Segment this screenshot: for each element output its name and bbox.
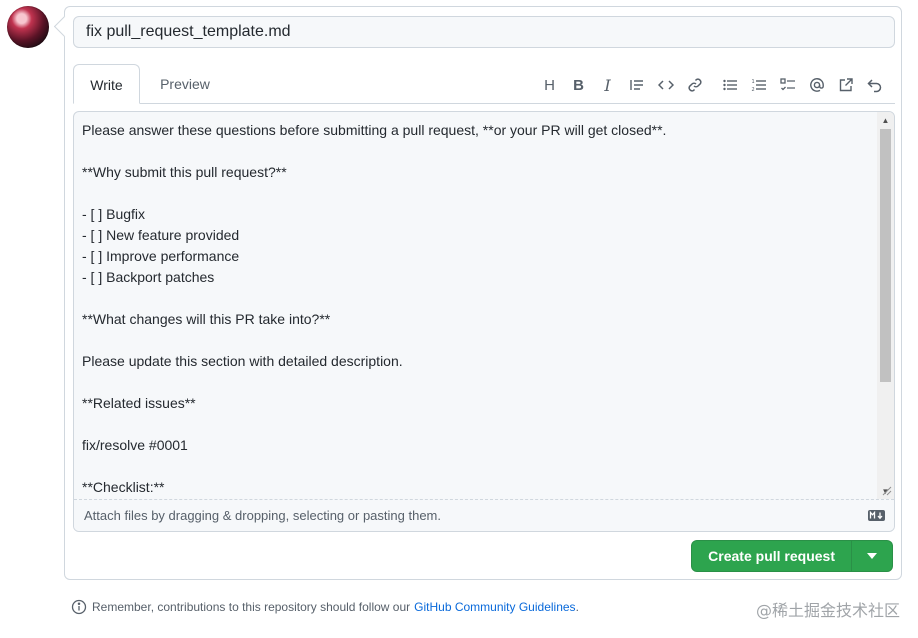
mention-icon [809,78,824,92]
ordered-list-icon: 12 [751,79,766,93]
mention-button[interactable] [802,74,831,96]
textarea-line: - [ ] New feature provided [82,227,240,243]
editor-tabs: Write Preview H B I 12 [73,64,895,104]
resize-grip-icon[interactable] [880,484,892,496]
textarea-line: **Checklist:** [82,479,165,495]
textarea-line: - [ ] Improve performance [82,248,240,264]
comment-editor: Please answer these questions before sub… [73,111,895,532]
code-icon [657,80,674,90]
svg-text:1: 1 [751,79,754,85]
textarea-line: **What changes will this PR take into?** [82,311,331,327]
title-input[interactable]: fix pull_request_template.md [73,16,895,48]
link-button[interactable] [680,74,709,96]
tab-write[interactable]: Write [73,64,140,104]
scroll-thumb[interactable] [880,129,891,382]
svg-text:2: 2 [751,87,754,93]
submit-options-dropdown[interactable] [851,541,892,571]
markdown-toolbar: H B I 12 [535,74,889,96]
textarea-line [82,141,868,162]
undo-button[interactable] [860,74,889,96]
reference-button[interactable] [831,74,860,96]
info-icon [71,599,87,615]
attach-files-bar[interactable]: Attach files by dragging & dropping, sel… [74,499,894,531]
unordered-list-button[interactable] [715,74,744,96]
textarea-line [82,183,868,204]
textarea-line: - [ ] Backport patches [82,269,215,285]
quote-button[interactable] [622,74,651,96]
bold-button[interactable]: B [564,74,593,96]
body-textarea[interactable]: Please answer these questions before sub… [74,112,876,500]
task-list-button[interactable] [773,74,802,96]
avatar[interactable] [7,6,49,48]
textarea-line: **Related issues** [82,395,196,411]
contribution-note: Remember, contributions to this reposito… [71,598,579,616]
undo-icon [866,79,881,93]
textarea-line [82,414,868,435]
unordered-list-icon [722,79,737,91]
task-list-icon [779,78,795,91]
textarea-line [82,288,868,309]
cross-reference-icon [839,78,853,92]
attach-files-hint: Attach files by dragging & dropping, sel… [84,508,441,523]
textarea-line [82,330,868,351]
quote-icon [629,80,643,90]
contribution-note-text: Remember, contributions to this reposito… [92,600,411,614]
textarea-line: **Why submit this pull request?** [82,164,287,180]
watermark: @稀土掘金技术社区 [755,601,900,620]
italic-button[interactable]: I [593,74,622,96]
create-pull-request-button[interactable]: Create pull request [692,541,851,571]
triangle-down-icon [867,553,877,559]
code-button[interactable] [651,74,680,96]
textarea-line [82,456,868,477]
heading-button[interactable]: H [535,74,564,96]
markdown-icon[interactable] [868,510,885,521]
ordered-list-button[interactable]: 12 [744,74,773,96]
textarea-line: - [ ] Bugfix [82,206,146,222]
pull-request-form: fix pull_request_template.md Write Previ… [64,6,902,580]
create-pull-request-group: Create pull request [691,540,893,572]
textarea-line: Please update this section with detailed… [82,353,403,369]
scroll-up-icon[interactable]: ▲ [877,112,894,129]
tab-preview[interactable]: Preview [149,64,221,104]
textarea-line: fix/resolve #0001 [82,437,188,453]
textarea-line [82,372,868,393]
vertical-scrollbar[interactable]: ▲ ▼ [877,112,894,500]
title-input-value: fix pull_request_template.md [86,23,291,40]
link-icon [687,78,702,92]
community-guidelines-link[interactable]: GitHub Community Guidelines [414,600,575,614]
textarea-line: Please answer these questions before sub… [82,122,667,138]
